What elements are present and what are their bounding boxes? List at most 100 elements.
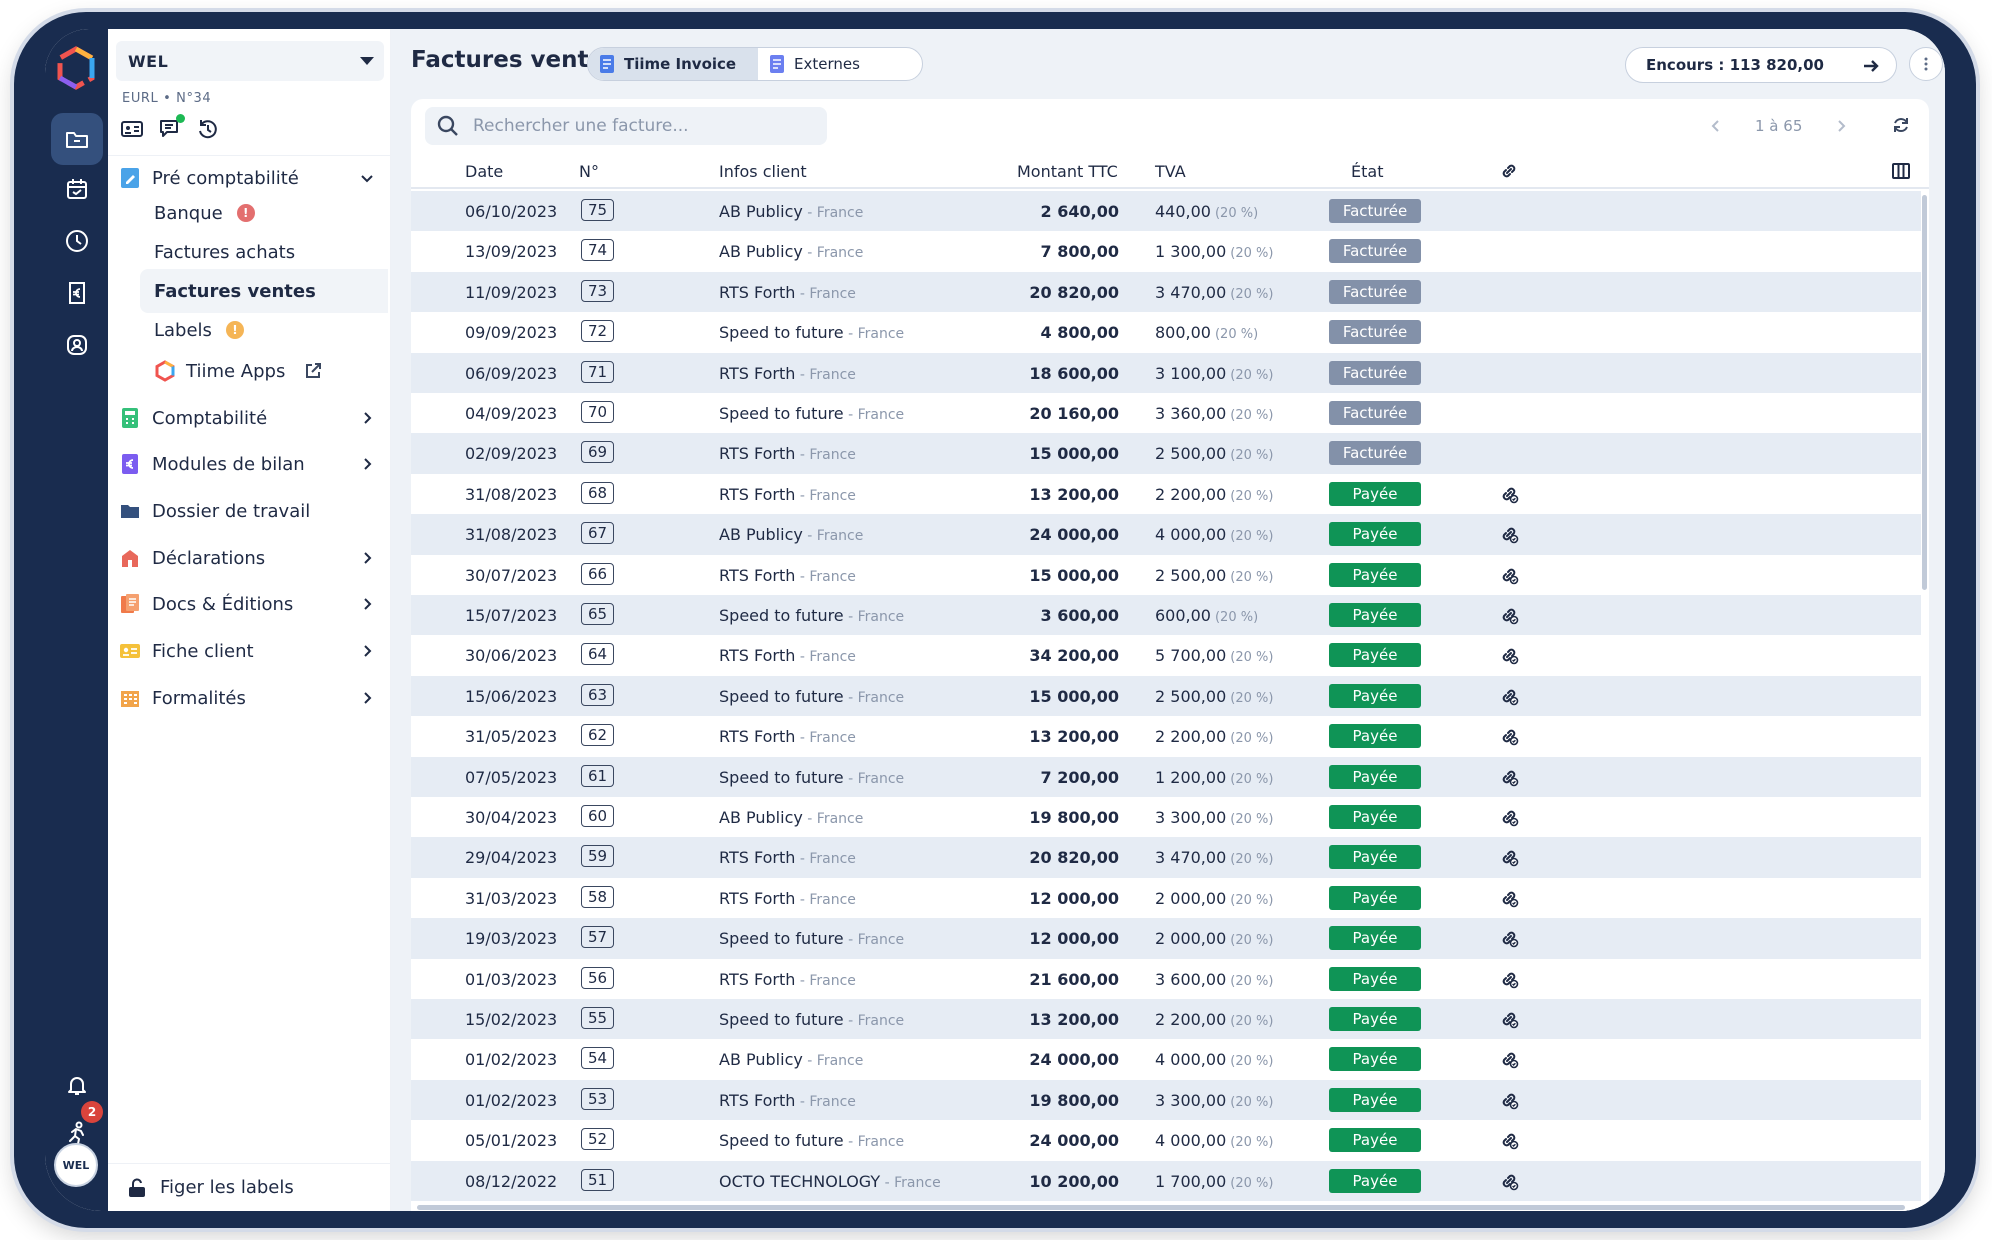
column-header-client[interactable]: Infos client	[719, 162, 807, 181]
nav-dossier-travail[interactable]: Dossier de travail	[108, 488, 391, 534]
nav-fiche-client[interactable]: Fiche client	[108, 628, 391, 674]
columns-icon[interactable]	[1891, 161, 1911, 181]
table-row[interactable]: 05/01/2023 52 Speed to future - France 24 0…	[411, 1120, 1921, 1160]
column-header-number[interactable]: N°	[579, 162, 599, 181]
linked-transaction-button[interactable]	[1499, 1049, 1519, 1069]
sidebar-item-factures-achats[interactable]: Factures achats	[140, 230, 388, 274]
history-button[interactable]	[196, 117, 220, 141]
table-row[interactable]: 30/06/2023 64 RTS Forth - France 34 200,00 5…	[411, 635, 1921, 675]
linked-transaction-button[interactable]	[1499, 1009, 1519, 1029]
company-quick-actions	[120, 114, 220, 141]
invoice-number-badge: 69	[581, 441, 615, 464]
vertical-scrollbar[interactable]	[1921, 191, 1929, 1211]
more-options-button[interactable]	[1909, 47, 1943, 81]
scrollbar-thumb[interactable]	[417, 1205, 1905, 1210]
client-name: AB Publicy	[719, 202, 803, 221]
table-row[interactable]: 29/04/2023 59 RTS Forth - France 20 820,00 3…	[411, 837, 1921, 878]
table-row[interactable]: 07/05/2023 61 Speed to future - France 7 20…	[411, 756, 1921, 797]
linked-transaction-button[interactable]	[1499, 767, 1519, 787]
invoice-number-badge: 57	[581, 926, 615, 949]
table-row[interactable]: 31/03/2023 58 RTS Forth - France 12 000,00 2…	[411, 878, 1921, 918]
table-row[interactable]: 02/09/2023 69 RTS Forth - France 15 000,00 2…	[411, 433, 1921, 474]
table-row[interactable]: 09/09/2023 72 Speed to future - France 4 80…	[411, 312, 1921, 352]
tab-tiime-invoice[interactable]: Tiime Invoice	[588, 48, 758, 80]
prev-page-icon[interactable]	[1707, 117, 1725, 135]
table-row[interactable]: 06/10/2023 75 AB Publicy - France 2 640,00 4…	[411, 191, 1921, 232]
linked-transaction-button[interactable]	[1499, 605, 1519, 625]
client-name: Speed to future	[719, 606, 844, 625]
linked-transaction-button[interactable]	[1499, 686, 1519, 706]
linked-transaction-button[interactable]	[1499, 726, 1519, 746]
refresh-icon[interactable]	[1891, 115, 1911, 135]
nav-modules-bilan[interactable]: Modules de bilan	[108, 441, 391, 487]
user-avatar[interactable]: WEL	[54, 1143, 98, 1187]
documents-icon	[121, 594, 139, 613]
linked-transaction-button[interactable]	[1499, 847, 1519, 867]
table-row[interactable]: 01/03/2023 56 RTS Forth - France 21 600,00 3…	[411, 959, 1921, 999]
linked-transaction-button[interactable]	[1499, 484, 1519, 504]
nav-declarations[interactable]: Déclarations	[108, 535, 391, 581]
company-selector[interactable]: WEL	[116, 41, 384, 81]
table-row[interactable]: 31/08/2023 68 RTS Forth - France 13 200,00 2…	[411, 474, 1921, 514]
column-header-amount[interactable]: Montant TTC	[1017, 162, 1118, 181]
table-row[interactable]: 13/09/2023 74 AB Publicy - France 7 800,00 1…	[411, 231, 1921, 271]
lock-labels-button[interactable]: Figer les labels	[108, 1163, 391, 1211]
id-card-button[interactable]	[120, 117, 144, 141]
tva-amount: 3 100,00	[1155, 363, 1227, 383]
linked-transaction-button[interactable]	[1499, 565, 1519, 585]
sidebar-item-banque[interactable]: Banque !	[140, 191, 388, 235]
rail-clock-button[interactable]	[51, 215, 103, 267]
linked-transaction-button[interactable]	[1499, 969, 1519, 989]
table-row[interactable]: 06/09/2023 71 RTS Forth - France 18 600,00 3…	[411, 352, 1921, 393]
table-row[interactable]: 01/02/2023 54 AB Publicy - France 24 000,00…	[411, 1039, 1921, 1079]
column-header-state[interactable]: État	[1351, 162, 1383, 181]
sidebar-item-labels[interactable]: Labels !	[140, 308, 388, 352]
linked-transaction-button[interactable]	[1499, 645, 1519, 665]
client-country-separator: -	[802, 528, 817, 545]
encours-button[interactable]: Encours : 113 820,00	[1625, 47, 1897, 83]
column-header-date[interactable]: Date	[465, 162, 503, 181]
linked-transaction-button[interactable]	[1499, 888, 1519, 908]
table-row[interactable]: 30/04/2023 60 AB Publicy - France 19 800,00…	[411, 797, 1921, 837]
nav-formalites[interactable]: Formalités	[108, 675, 391, 721]
table-row[interactable]: 04/09/2023 70 Speed to future - France 20 1…	[411, 393, 1921, 433]
table-row[interactable]: 31/08/2023 67 AB Publicy - France 24 000,00…	[411, 514, 1921, 555]
next-page-icon[interactable]	[1832, 117, 1850, 135]
client-country: France	[816, 1053, 864, 1070]
scrollbar-thumb[interactable]	[1922, 195, 1927, 590]
column-header-tva[interactable]: TVA	[1155, 162, 1186, 181]
nav-comptabilite[interactable]: Comptabilité	[108, 395, 391, 441]
status-badge: Facturée	[1329, 401, 1421, 425]
sidebar-item-tiime-apps[interactable]: Tiime Apps	[140, 349, 388, 393]
table-row[interactable]: 15/02/2023 55 Speed to future - France 13 2…	[411, 999, 1921, 1040]
linked-transaction-button[interactable]	[1499, 1130, 1519, 1150]
chat-button[interactable]	[158, 114, 185, 141]
nav-docs-editions[interactable]: Docs & Éditions	[108, 581, 391, 627]
linked-transaction-button[interactable]	[1499, 807, 1519, 827]
table-row[interactable]: 19/03/2023 57 Speed to future - France 12 0…	[411, 918, 1921, 959]
tva-rate: (20 %)	[1214, 327, 1259, 343]
rail-folder-button[interactable]	[51, 113, 103, 165]
table-row[interactable]: 15/06/2023 63 Speed to future - France 15 0…	[411, 675, 1921, 717]
client-country: France	[816, 205, 864, 221]
linked-transaction-button[interactable]	[1499, 1090, 1519, 1110]
invoice-amount: 15 000,00	[1029, 444, 1119, 464]
tiime-logo-icon[interactable]	[53, 45, 99, 91]
tab-externes[interactable]: Externes	[758, 48, 872, 80]
sidebar-item-factures-ventes[interactable]: Factures ventes	[140, 269, 388, 313]
table-row[interactable]: 15/07/2023 65 Speed to future - France 3 60…	[411, 595, 1921, 636]
client-country-separator: -	[843, 770, 858, 787]
rail-calendar-button[interactable]	[51, 163, 103, 215]
table-row[interactable]: 01/02/2023 53 RTS Forth - France 19 800,00 3…	[411, 1079, 1921, 1121]
table-row[interactable]: 11/09/2023 73 RTS Forth - France 20 820,00 3…	[411, 271, 1921, 313]
linked-transaction-button[interactable]	[1499, 928, 1519, 948]
search-input[interactable]	[473, 116, 813, 136]
table-row[interactable]: 08/12/2022 51 OCTO TECHNOLOGY - France 10 2…	[411, 1160, 1921, 1201]
table-row[interactable]: 31/05/2023 62 RTS Forth - France 13 200,00 2…	[411, 716, 1921, 756]
rail-contacts-button[interactable]	[51, 319, 103, 371]
horizontal-scrollbar[interactable]	[411, 1205, 1921, 1211]
linked-transaction-button[interactable]	[1499, 1171, 1519, 1191]
linked-transaction-button[interactable]	[1499, 524, 1519, 544]
table-row[interactable]: 30/07/2023 66 RTS Forth - France 15 000,00 2…	[411, 555, 1921, 595]
rail-invoice-button[interactable]	[51, 267, 103, 319]
